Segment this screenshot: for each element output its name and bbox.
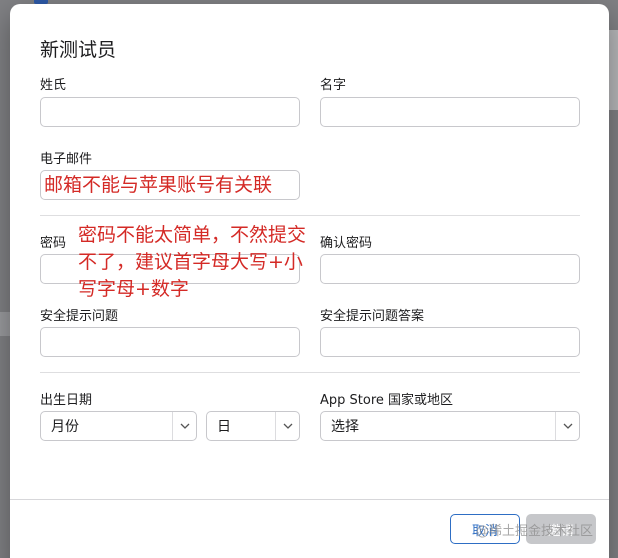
first-name-field[interactable]: [320, 97, 580, 127]
section-divider: [40, 372, 580, 373]
password-label: 密码: [40, 236, 67, 251]
birth-date-label: 出生日期: [40, 393, 93, 408]
confirm-password-field[interactable]: [320, 254, 580, 284]
first-name-label: 名字: [320, 78, 347, 93]
security-question-label: 安全提示问题: [40, 309, 119, 324]
month-select[interactable]: 月份: [40, 411, 197, 441]
country-select[interactable]: 选择: [320, 411, 580, 441]
day-select[interactable]: 日: [206, 411, 300, 441]
password-annotation-line1: 密码不能太简单，不然提交: [78, 224, 307, 246]
footer-divider: [10, 499, 609, 500]
month-select-value: 月份: [51, 419, 79, 435]
section-divider: [40, 215, 580, 216]
country-select-value: 选择: [331, 419, 359, 435]
security-answer-field[interactable]: [320, 327, 580, 357]
security-question-field[interactable]: [40, 327, 300, 357]
password-annotation-line2: 不了，建议首字母大写+小: [78, 251, 303, 273]
chevron-down-icon: [275, 412, 299, 440]
security-answer-label: 安全提示问题答案: [320, 309, 425, 324]
background-panel-edge: [608, 30, 618, 110]
password-annotation-line3: 写字母+数字: [78, 278, 189, 300]
chevron-down-icon: [555, 412, 579, 440]
chevron-down-icon: [172, 412, 196, 440]
last-name-label: 姓氏: [40, 78, 67, 93]
email-annotation: 邮箱不能与苹果账号有关联: [44, 174, 273, 196]
last-name-field[interactable]: [40, 97, 300, 127]
email-label: 电子邮件: [40, 152, 93, 167]
day-select-value: 日: [217, 419, 231, 435]
watermark: @稀土掘金技术社区: [476, 524, 594, 539]
confirm-password-label: 确认密码: [320, 236, 373, 251]
country-label: App Store 国家或地区: [320, 393, 454, 408]
dialog-title: 新测试员: [40, 39, 117, 61]
